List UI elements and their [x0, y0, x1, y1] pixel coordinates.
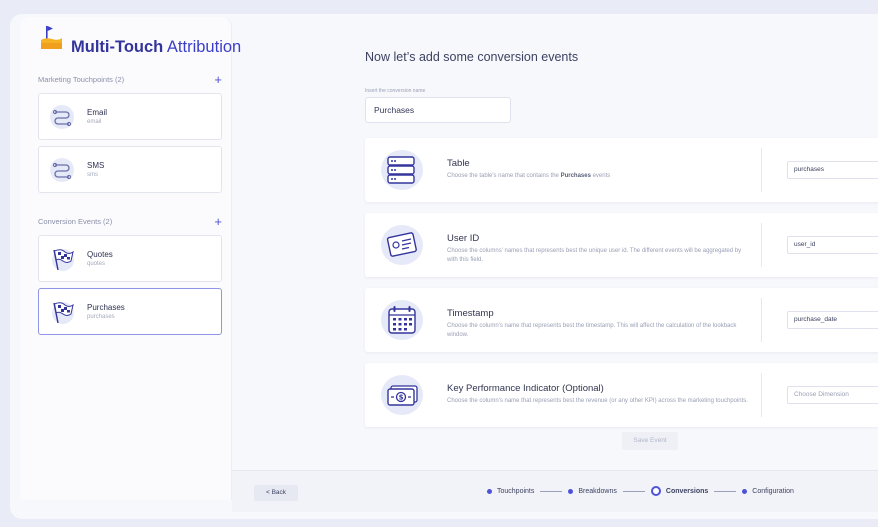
flag-icon — [40, 24, 64, 55]
step-breakdowns[interactable]: Breakdowns — [568, 488, 617, 495]
touchpoints-header-label: Marketing Touchpoints (2) — [38, 75, 125, 84]
wizard-steps: Touchpoints Breakdowns Conversions Confi… — [487, 486, 794, 496]
card-subtitle: purchases — [87, 314, 115, 320]
database-icon — [380, 148, 426, 192]
conversion-name-input[interactable]: Purchases — [365, 97, 511, 123]
card-title: Email — [87, 108, 108, 117]
card-subtitle: email — [87, 119, 102, 125]
save-event-button[interactable]: Save Event — [622, 432, 678, 450]
route-icon — [49, 104, 75, 130]
user-id-card: User ID Choose the columns' names that r… — [365, 213, 878, 277]
step-touchpoints[interactable]: Touchpoints — [487, 488, 534, 495]
checkered-flag-icon — [49, 246, 75, 272]
wizard-footer: < Back Touchpoints Breakdowns Conversion… — [232, 470, 878, 512]
touchpoints-header: Marketing Touchpoints (2) + — [38, 73, 222, 86]
divider — [761, 373, 762, 417]
sidebar: Multi-Touch Attribution Marketing Touchp… — [20, 17, 241, 500]
page-title: Now let’s add some conversion events — [365, 50, 579, 64]
card-title: Timestamp — [447, 308, 494, 319]
card-title: Table — [447, 158, 470, 169]
card-title: User ID — [447, 233, 480, 244]
calendar-icon — [380, 298, 426, 342]
card-subtitle: sms — [87, 172, 98, 178]
brand-title: Multi-Touch Attribution — [71, 37, 242, 56]
brand: Multi-Touch Attribution — [40, 23, 241, 55]
divider — [761, 148, 762, 192]
step-dot — [742, 488, 748, 494]
divider — [761, 298, 762, 342]
svg-text:$: $ — [399, 394, 404, 402]
step-connector — [714, 490, 737, 492]
card-subtitle: quotes — [87, 261, 106, 267]
conversion-card-purchases[interactable]: Purchases purchases — [38, 288, 222, 335]
add-touchpoint-button[interactable]: + — [214, 73, 222, 86]
card-title: Key Performance Indicator (Optional) — [447, 383, 604, 394]
step-configuration[interactable]: Configuration — [742, 488, 794, 495]
checkered-flag-icon — [49, 299, 75, 325]
conversions-header: Conversion Events (2) + — [38, 215, 222, 228]
conversion-card-quotes[interactable]: Quotes quotes — [38, 235, 222, 282]
divider — [761, 223, 762, 267]
table-card: Table Choose the table's name that conta… — [365, 138, 878, 202]
timestamp-card: Timestamp Choose the column's name that … — [365, 288, 878, 352]
id-card-icon — [380, 223, 426, 267]
add-conversion-button[interactable]: + — [214, 215, 222, 228]
user-id-select[interactable]: user_id — [787, 236, 878, 254]
touchpoint-card-sms[interactable]: SMS sms — [38, 146, 222, 193]
step-conversions[interactable]: Conversions — [650, 486, 708, 496]
route-icon — [49, 157, 75, 183]
card-title: SMS — [87, 161, 105, 170]
card-description: Choose the table's name that contains th… — [447, 173, 611, 179]
touchpoint-card-email[interactable]: Email email — [38, 93, 222, 140]
step-connector — [622, 490, 645, 492]
step-dot — [568, 488, 574, 494]
card-title: Purchases — [87, 303, 125, 312]
card-title: Quotes — [87, 250, 113, 259]
conversions-header-label: Conversion Events (2) — [38, 217, 113, 226]
card-description: Choose the column's name that represents… — [447, 323, 737, 338]
kpi-card: $ Key Performance Indicator (Optional) C… — [365, 363, 878, 427]
step-dot — [487, 488, 492, 494]
back-button[interactable]: < Back — [254, 485, 298, 501]
step-connector — [540, 490, 563, 492]
money-icon: $ — [380, 373, 426, 417]
step-dot-current — [650, 486, 661, 496]
timestamp-select[interactable]: purchase_date — [787, 311, 878, 329]
kpi-select[interactable]: Choose Dimension — [787, 386, 878, 404]
card-description: Choose the columns' names that represent… — [447, 248, 742, 263]
card-description: Choose the column's name that represents… — [447, 398, 748, 404]
table-select[interactable]: purchases — [787, 161, 878, 179]
conversion-name-label: Insert the conversion name — [365, 88, 426, 94]
